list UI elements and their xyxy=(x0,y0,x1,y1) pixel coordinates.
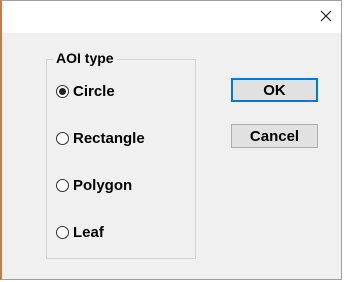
ok-button[interactable]: OK xyxy=(231,78,318,102)
radio-rectangle[interactable]: Rectangle xyxy=(56,128,145,148)
radio-label-polygon: Polygon xyxy=(73,176,133,194)
radio-leaf[interactable]: Leaf xyxy=(56,222,104,242)
radio-label-leaf: Leaf xyxy=(73,223,104,241)
radio-button-icon[interactable] xyxy=(56,84,69,98)
groupbox-title: AOI type xyxy=(53,49,117,67)
aoi-type-dialog: AOI type Circle Rectangle Polygon Leaf O… xyxy=(0,0,342,280)
radio-polygon[interactable]: Polygon xyxy=(56,175,132,195)
cancel-button[interactable]: Cancel xyxy=(231,124,318,148)
title-bar xyxy=(2,1,341,33)
radio-button-icon[interactable] xyxy=(56,225,69,239)
radio-button-icon[interactable] xyxy=(56,131,69,145)
close-icon xyxy=(320,10,332,22)
radio-button-icon[interactable] xyxy=(56,178,69,192)
radio-label-rectangle: Rectangle xyxy=(73,129,145,147)
radio-label-circle: Circle xyxy=(73,82,115,100)
close-button[interactable] xyxy=(313,3,339,29)
radio-circle[interactable]: Circle xyxy=(56,81,115,101)
